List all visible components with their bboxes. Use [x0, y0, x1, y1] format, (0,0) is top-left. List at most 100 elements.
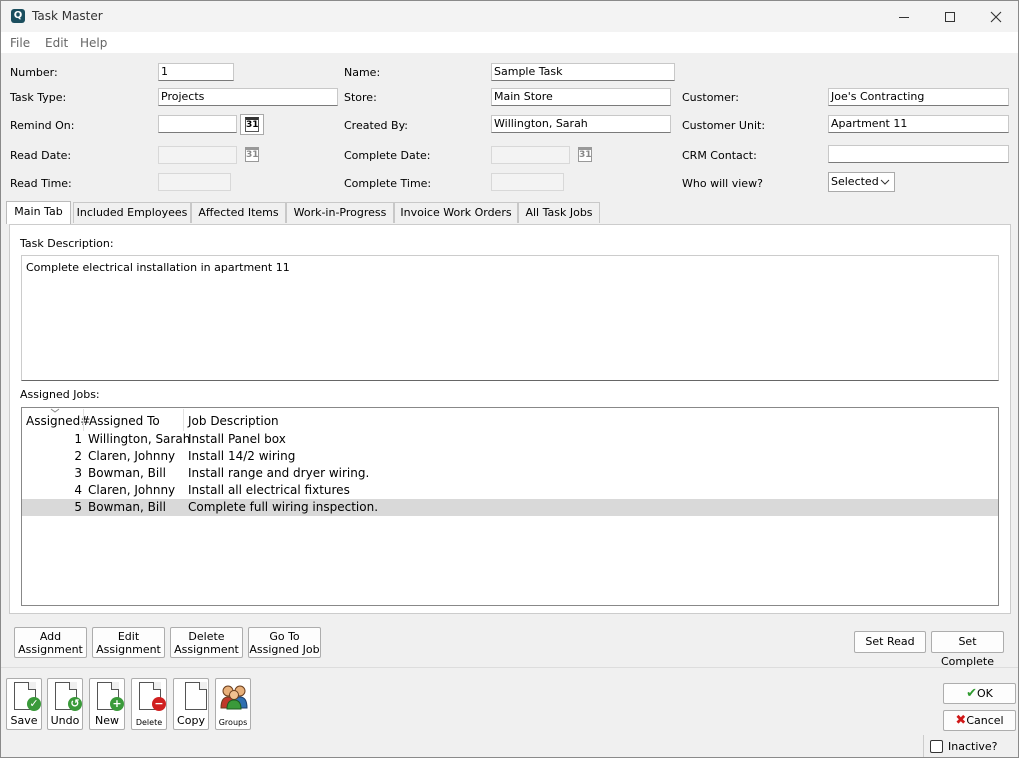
task-type-label: Task Type:	[10, 91, 67, 104]
delete-assignment-label-2: Assignment	[174, 643, 239, 656]
tab-included-employees[interactable]: Included Employees	[73, 202, 191, 223]
created-by-label: Created By:	[344, 119, 408, 132]
number-field[interactable]: 1	[158, 63, 234, 81]
inactive-checkbox[interactable]	[930, 740, 943, 753]
delete-assignment-button[interactable]: Delete Assignment	[170, 627, 243, 658]
table-row[interactable]: 1 Willington, Sarah Install Panel box	[22, 431, 998, 448]
assigned-jobs-label: Assigned Jobs:	[20, 388, 100, 401]
go-to-assigned-job-button[interactable]: Go To Assigned Job	[248, 627, 321, 658]
read-date-calendar-button: 31	[240, 144, 264, 165]
who-will-view-label: Who will view?	[682, 177, 763, 190]
assigned-num-cell: 4	[74, 483, 82, 497]
cancel-x-icon: ✖	[955, 713, 967, 728]
save-badge-icon: ✓	[27, 697, 41, 711]
assigned-to-cell: Claren, Johnny	[88, 449, 176, 463]
undo-button[interactable]: ↺ Undo	[47, 678, 83, 730]
tab-main[interactable]: Main Tab	[6, 201, 71, 224]
add-assignment-label-2: Assignment	[18, 643, 83, 656]
table-row[interactable]: 2 Claren, Johnny Install 14/2 wiring	[22, 448, 998, 465]
job-description-cell: Install all electrical fixtures	[188, 483, 350, 497]
title-bar: Q Task Master	[1, 1, 1018, 32]
ok-button[interactable]: ✔OK	[943, 683, 1016, 704]
maximize-button[interactable]	[927, 1, 973, 32]
complete-date-label: Complete Date:	[344, 149, 431, 162]
tab-work-in-progress[interactable]: Work-in-Progress	[286, 202, 394, 223]
add-assignment-button[interactable]: Add Assignment	[14, 627, 87, 658]
assigned-num-cell: 5	[74, 500, 82, 514]
copy-icon	[185, 682, 207, 710]
check-icon: ✔	[966, 686, 978, 701]
table-row[interactable]: 3 Bowman, Bill Install range and dryer w…	[22, 465, 998, 482]
remind-on-calendar-button[interactable]: 31	[240, 114, 264, 135]
table-row-selected[interactable]: 5 Bowman, Bill Complete full wiring insp…	[22, 499, 998, 516]
number-label: Number:	[10, 66, 58, 79]
complete-time-field	[491, 173, 564, 191]
column-header-assigned-num[interactable]: Assigned#	[26, 414, 90, 428]
delete-assignment-label-1: Delete	[188, 630, 225, 643]
new-button[interactable]: + New	[89, 678, 125, 730]
tab-affected-items[interactable]: Affected Items	[191, 202, 286, 223]
remind-on-field[interactable]	[158, 115, 237, 133]
crm-contact-field[interactable]	[828, 145, 1009, 163]
toolbar-divider	[1, 667, 1018, 668]
customer-field[interactable]: Joe's Contracting	[828, 88, 1009, 106]
job-description-cell: Install Panel box	[188, 432, 286, 446]
customer-unit-field[interactable]: Apartment 11	[828, 115, 1009, 133]
cancel-label: Cancel	[966, 714, 1004, 727]
copy-label: Copy	[177, 714, 205, 727]
main-tab-panel: Task Description: Complete electrical in…	[9, 224, 1011, 614]
complete-date-calendar-button: 31	[573, 144, 597, 165]
assigned-num-cell: 1	[74, 432, 82, 446]
tab-all-task-jobs[interactable]: All Task Jobs	[518, 202, 600, 223]
cancel-button[interactable]: ✖Cancel	[943, 710, 1016, 731]
name-field[interactable]: Sample Task	[491, 63, 675, 81]
calendar-icon: 31	[578, 147, 592, 162]
assigned-to-cell: Willington, Sarah	[88, 432, 191, 446]
undo-label: Undo	[50, 714, 80, 727]
set-read-button[interactable]: Set Read	[854, 631, 926, 653]
read-time-field	[158, 173, 231, 191]
go-to-label-1: Go To	[269, 630, 300, 643]
menu-bar: File Edit Help	[1, 32, 1018, 53]
read-date-field	[158, 146, 237, 164]
inactive-label: Inactive?	[948, 740, 998, 753]
created-by-field[interactable]: Willington, Sarah	[491, 115, 671, 133]
menu-edit[interactable]: Edit	[45, 36, 68, 50]
edit-assignment-button[interactable]: Edit Assignment	[92, 627, 165, 658]
complete-date-field	[491, 146, 570, 164]
read-time-label: Read Time:	[10, 177, 72, 190]
task-description-textarea[interactable]: Complete electrical installation in apar…	[21, 255, 999, 381]
save-button[interactable]: ✓ Save	[6, 678, 42, 730]
job-description-cell: Install 14/2 wiring	[188, 449, 296, 463]
task-master-window: Q Task Master File Edit Help Number: 1 N…	[0, 0, 1019, 758]
store-field[interactable]: Main Store	[491, 88, 671, 106]
groups-button[interactable]: Groups	[215, 678, 251, 730]
sort-indicator-icon	[50, 408, 60, 413]
job-description-cell: Complete full wiring inspection.	[188, 500, 379, 514]
table-row[interactable]: 4 Claren, Johnny Install all electrical …	[22, 482, 998, 499]
assigned-jobs-grid[interactable]: Assigned# Assigned To Job Description 1 …	[21, 407, 999, 606]
edit-assignment-label-2: Assignment	[96, 643, 161, 656]
assigned-num-cell: 2	[74, 449, 82, 463]
undo-badge-icon: ↺	[68, 697, 82, 711]
delete-button[interactable]: − Delete	[131, 678, 167, 730]
app-icon: Q	[11, 9, 25, 23]
assigned-to-cell: Bowman, Bill	[88, 466, 166, 480]
menu-help[interactable]: Help	[80, 36, 107, 50]
groups-icon	[220, 685, 248, 710]
groups-label: Groups	[218, 718, 248, 727]
close-button[interactable]	[973, 1, 1019, 32]
delete-label: Delete	[135, 718, 163, 727]
assigned-to-cell: Bowman, Bill	[88, 500, 166, 514]
who-will-view-select[interactable]: Selected	[828, 172, 895, 192]
go-to-label-2: Assigned Job	[249, 643, 320, 656]
column-header-job-description[interactable]: Job Description	[188, 414, 279, 428]
set-complete-button[interactable]: Set Complete	[931, 631, 1004, 668]
tab-invoice-work-orders[interactable]: Invoice Work Orders	[394, 202, 518, 223]
column-header-assigned-to[interactable]: Assigned To	[89, 414, 160, 428]
menu-file[interactable]: File	[10, 36, 30, 50]
copy-button[interactable]: Copy	[173, 678, 209, 730]
minimize-button[interactable]	[881, 1, 927, 32]
store-label: Store:	[344, 91, 377, 104]
task-type-field[interactable]: Projects	[158, 88, 338, 106]
